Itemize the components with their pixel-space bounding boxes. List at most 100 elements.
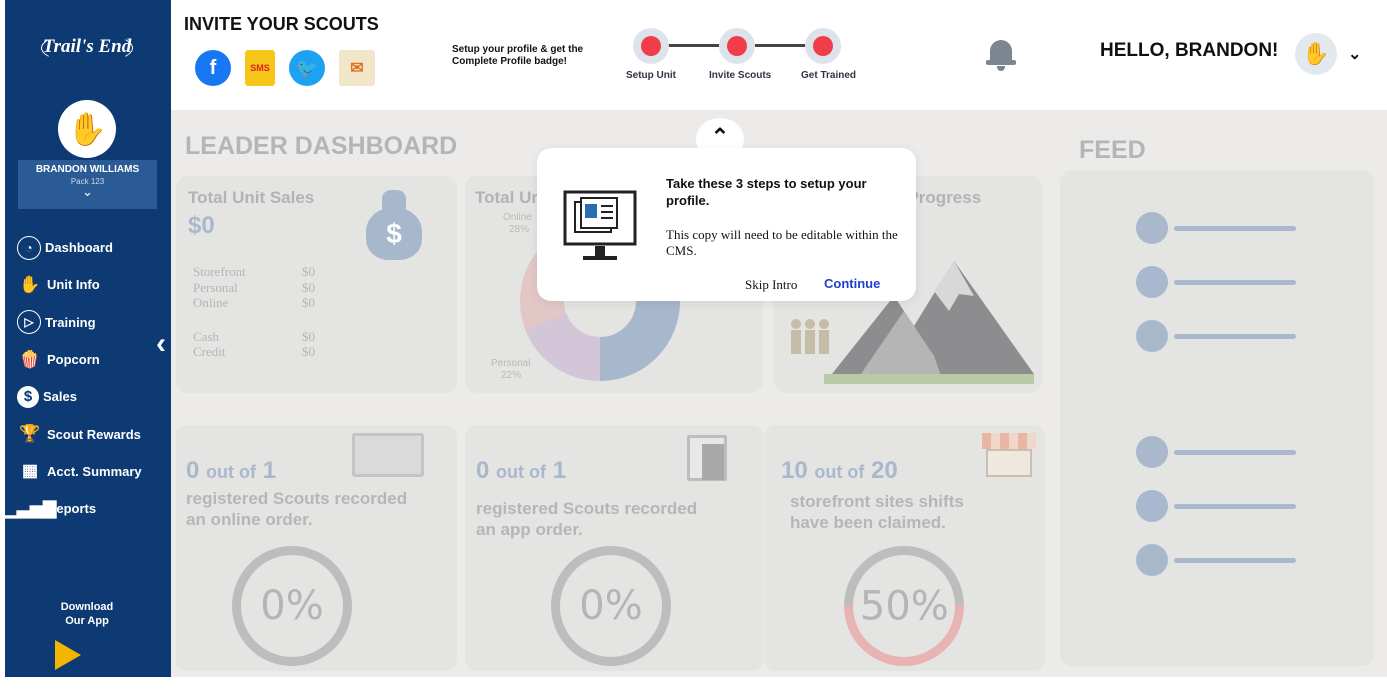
- sidebar-item-label: Dashboard: [45, 240, 113, 256]
- setup-text-line-2: Complete Profile badge!: [452, 56, 568, 67]
- step-label-setup-unit: Setup Unit: [626, 70, 676, 81]
- sidebar-item-label: Sales: [43, 389, 77, 405]
- sidebar-item-sales[interactable]: $ Sales: [17, 378, 169, 415]
- popup-title: Take these 3 steps to setup your profile…: [666, 176, 867, 208]
- twitter-icon[interactable]: 🐦: [289, 50, 325, 86]
- progress-ring: 50%: [819, 521, 989, 691]
- sidebar-nav: ◔ Dashboard ✋ Unit Info ▷ Training 🍿 Pop…: [3, 229, 169, 527]
- sales-row: Personal $0: [193, 279, 315, 295]
- app-store-links: [45, 640, 125, 670]
- download-line-1: Download: [60, 601, 114, 613]
- user-name: BRANDON WILLIAMS: [35, 164, 140, 175]
- email-icon[interactable]: ✉: [339, 50, 375, 86]
- sidebar-item-label: Acct. Summary: [47, 463, 142, 479]
- progress-ring: 0%: [551, 546, 671, 666]
- invite-scouts-title: INVITE YOUR SCOUTS: [184, 14, 379, 34]
- setup-profile-text: Setup your profile & get the Complete Pr…: [452, 44, 583, 68]
- download-line-2: Our App: [65, 615, 109, 627]
- play-circle-icon: ▷: [17, 310, 41, 335]
- google-play-icon[interactable]: [55, 640, 81, 670]
- chevron-down-icon[interactable]: ⌄: [1348, 44, 1361, 64]
- stat-count: 0 out of 1: [476, 457, 567, 484]
- stat-count: 0 out of 1: [186, 457, 277, 484]
- scout-sign-hand-icon: ✋: [19, 274, 41, 294]
- progress-ring: 0%: [232, 546, 352, 666]
- download-app-label: Download Our App: [45, 600, 129, 628]
- sales-row: Storefront $0: [193, 264, 315, 279]
- step-dot-setup-unit[interactable]: [633, 28, 669, 64]
- sidebar-item-acct-summary[interactable]: ▦ Acct. Summary: [17, 453, 169, 490]
- profile-steps: Setup Unit Invite Scouts Get Trained: [626, 26, 861, 86]
- skip-intro-link[interactable]: Skip Intro: [745, 277, 797, 293]
- dashboard-gauge-icon: ◔: [17, 235, 41, 260]
- trophy-icon: 🏆: [19, 424, 41, 444]
- sidebar-item-scout-rewards[interactable]: 🏆 Scout Rewards: [17, 415, 169, 452]
- sidebar-item-unit-info[interactable]: ✋ Unit Info: [17, 266, 169, 303]
- sales-row: Cash $0: [193, 328, 315, 344]
- pie-label-online: Online 28%: [503, 212, 532, 235]
- card-title: Total Unit Sales: [188, 188, 315, 207]
- avatar[interactable]: ✋: [58, 100, 116, 158]
- total-sales-value: $0: [188, 212, 215, 239]
- step-connector: [755, 44, 807, 47]
- phone-tablet-icon: [687, 435, 727, 481]
- step-dot-get-trained[interactable]: [805, 28, 841, 64]
- laptop-icon: [352, 433, 424, 477]
- sidebar: Trail's End ✋ BRANDON WILLIAMS Pack 123 …: [3, 0, 171, 677]
- sidebar-item-label: Training: [45, 314, 96, 330]
- setup-text-line-1: Setup your profile & get the: [452, 44, 584, 55]
- stat-description: registered Scouts recorded an app order.: [476, 499, 698, 539]
- facebook-icon[interactable]: f: [195, 50, 231, 86]
- money-bag-icon: $: [366, 190, 422, 260]
- step-connector: [667, 44, 719, 47]
- user-profile-dropdown[interactable]: BRANDON WILLIAMS Pack 123 ⌄: [18, 160, 157, 209]
- trails-end-logo[interactable]: Trail's End: [35, 28, 139, 68]
- popup-body: This copy will need to be editable withi…: [666, 227, 898, 258]
- top-bar: INVITE YOUR SCOUTS f SMS 🐦 ✉ Setup your …: [171, 0, 1387, 110]
- sales-breakdown: Storefront $0 Personal $0 Online $0 Cash $0 …: [193, 264, 315, 360]
- setup-intro-popup: Take these 3 steps to setup your profile…: [537, 148, 916, 301]
- sidebar-item-label: Scout Rewards: [47, 426, 141, 442]
- sidebar-item-label: Unit Info: [47, 277, 100, 293]
- calculator-icon: ▦: [21, 461, 39, 481]
- sidebar-item-training[interactable]: ▷ Training: [17, 304, 169, 341]
- avatar[interactable]: ✋: [1295, 33, 1337, 75]
- step-dot-invite-scouts[interactable]: [719, 28, 755, 64]
- feed-item[interactable]: [1136, 212, 1296, 244]
- card-title: Total Ur: [475, 188, 538, 207]
- sidebar-item-popcorn[interactable]: 🍿 Popcorn: [17, 341, 169, 378]
- feed-item[interactable]: [1136, 266, 1296, 298]
- stat-count: 10 out of 20: [781, 457, 898, 484]
- page-title: LEADER DASHBOARD: [185, 132, 458, 160]
- online-order-stat-card: 0 out of 1 registered Scouts recorded an…: [176, 425, 457, 671]
- stat-description: storefront sites shifts have been claime…: [790, 492, 964, 532]
- sales-row: Credit $0: [193, 344, 315, 359]
- sidebar-item-reports[interactable]: ▁▃▅▇ Reports: [3, 490, 169, 527]
- progress-ring-label: 50%: [859, 583, 949, 629]
- step-label-invite-scouts: Invite Scouts: [709, 70, 772, 81]
- sidebar-item-label: Popcorn: [47, 352, 100, 368]
- dollar-circle-icon: $: [17, 385, 39, 408]
- feed-item[interactable]: [1136, 490, 1296, 522]
- popcorn-icon: 🍿: [19, 349, 41, 369]
- continue-button[interactable]: Continue: [824, 276, 880, 291]
- bar-chart-icon: ▁▃▅▇: [3, 498, 57, 518]
- total-unit-sales-card: Total Unit Sales $0 $ Storefront $0 Perso…: [176, 176, 457, 393]
- sales-row: Online $0: [193, 295, 315, 310]
- feed-item[interactable]: [1136, 320, 1296, 352]
- bell-icon[interactable]: [986, 36, 1016, 72]
- pie-label-personal: Personal 22%: [491, 358, 531, 381]
- feed-item[interactable]: [1136, 544, 1296, 576]
- computer-profile-icon: [563, 190, 637, 260]
- sidebar-item-label: Reports: [47, 501, 97, 517]
- app-order-stat-card: 0 out of 1 registered Scouts recorded an…: [465, 425, 763, 671]
- feed-item[interactable]: [1136, 436, 1296, 468]
- sidebar-item-dashboard[interactable]: ◔ Dashboard: [17, 229, 169, 266]
- step-label-get-trained: Get Trained: [801, 70, 857, 81]
- sms-label: SMS: [250, 63, 270, 73]
- sms-icon[interactable]: SMS: [245, 50, 275, 86]
- chevron-down-icon[interactable]: ⌄: [18, 185, 157, 198]
- feed-panel: [1060, 170, 1374, 666]
- storefront-icon: [982, 433, 1036, 477]
- logo-text: Trail's End: [42, 36, 132, 57]
